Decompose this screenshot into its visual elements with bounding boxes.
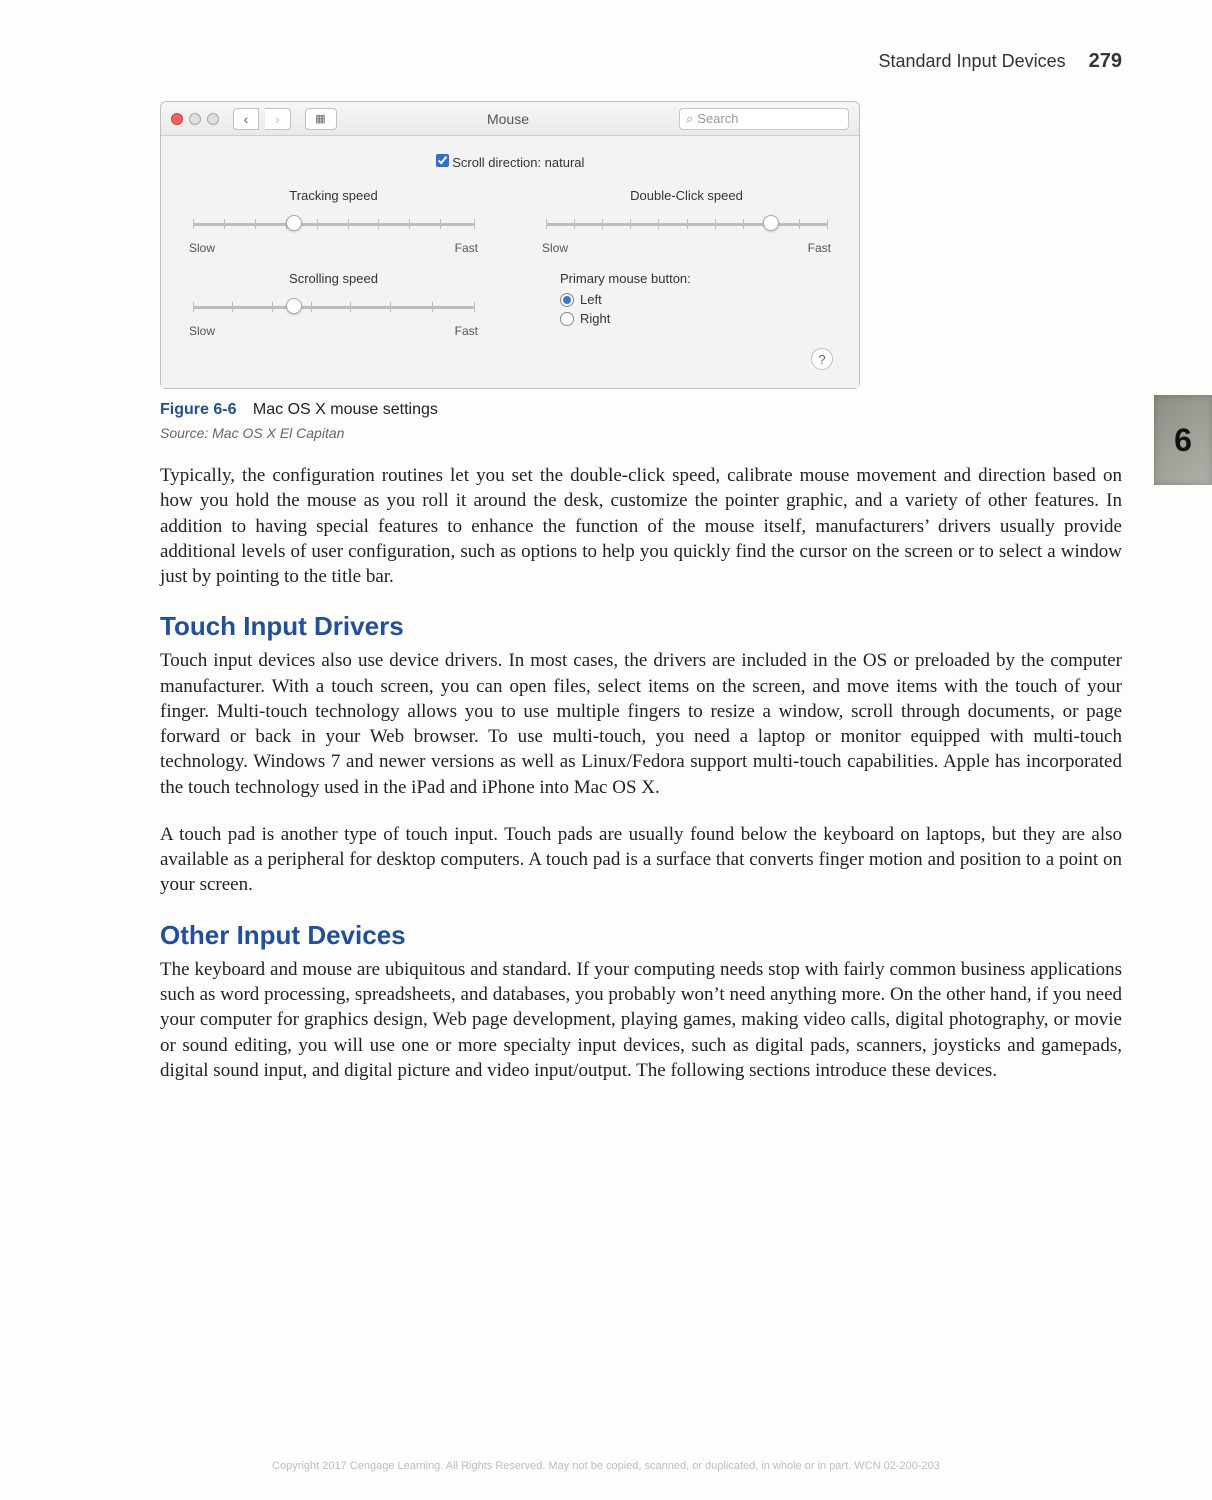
double-click-slider[interactable] (546, 209, 827, 239)
figure-label: Figure 6-6 (160, 401, 236, 418)
slider-thumb[interactable] (763, 215, 779, 231)
radio-label: Right (580, 311, 610, 326)
chevron-right-icon: › (275, 111, 280, 127)
chapter-tab: 6 (1154, 395, 1212, 485)
scrolling-speed-slider[interactable] (193, 292, 474, 322)
section-name: Standard Input Devices (878, 51, 1065, 71)
slider-max-label: Fast (808, 241, 831, 255)
scroll-direction-row: Scroll direction: natural (187, 154, 833, 170)
slider-thumb[interactable] (286, 215, 302, 231)
slider-thumb[interactable] (286, 298, 302, 314)
paragraph-touch-2: A touch pad is another type of touch inp… (160, 822, 1122, 898)
radio-selected-icon[interactable] (560, 293, 574, 307)
window-title: Mouse (343, 111, 673, 127)
minimize-icon[interactable] (189, 113, 201, 125)
tracking-speed-slider[interactable] (193, 209, 474, 239)
slider-max-label: Fast (455, 324, 478, 338)
tracking-speed-group: Tracking speed Slow Fast Scrolling speed (187, 188, 480, 338)
figure-text: Mac OS X mouse settings (253, 401, 438, 418)
scroll-direction-label: Scroll direction: natural (452, 155, 584, 170)
mac-mouse-window: ‹ › ▦ Mouse ⌕ Search Scroll direction: n… (160, 101, 860, 389)
slider-min-label: Slow (189, 324, 215, 338)
slider-max-label: Fast (455, 241, 478, 255)
zoom-icon[interactable] (207, 113, 219, 125)
primary-button-right[interactable]: Right (560, 311, 833, 326)
primary-button-left[interactable]: Left (560, 292, 833, 307)
radio-label: Left (580, 292, 602, 307)
mac-body: Scroll direction: natural Tracking speed… (161, 136, 859, 388)
running-header: Standard Input Devices 279 (160, 50, 1122, 73)
paragraph-touch-1: Touch input devices also use device driv… (160, 648, 1122, 800)
primary-button-title: Primary mouse button: (540, 271, 833, 286)
heading-other: Other Input Devices (160, 920, 1122, 951)
scrolling-speed-title: Scrolling speed (187, 271, 480, 286)
tracking-speed-title: Tracking speed (187, 188, 480, 203)
figure-caption: Figure 6-6 Mac OS X mouse settings (160, 401, 1122, 419)
mac-titlebar: ‹ › ▦ Mouse ⌕ Search (161, 102, 859, 136)
close-icon[interactable] (171, 113, 183, 125)
slider-min-label: Slow (189, 241, 215, 255)
grid-icon: ▦ (315, 112, 326, 125)
heading-touch: Touch Input Drivers (160, 611, 1122, 642)
page-number: 279 (1089, 50, 1122, 72)
paragraph-other: The keyboard and mouse are ubiquitous an… (160, 957, 1122, 1083)
radio-unselected-icon[interactable] (560, 312, 574, 326)
copyright-line: Copyright 2017 Cengage Learning. All Rig… (0, 1460, 1212, 1472)
help-button[interactable]: ? (811, 348, 833, 370)
search-input[interactable]: ⌕ Search (679, 108, 849, 130)
scroll-direction-checkbox[interactable] (436, 154, 449, 167)
show-all-button[interactable]: ▦ (305, 108, 337, 130)
slider-min-label: Slow (542, 241, 568, 255)
double-click-group: Double-Click speed Slow Fast Primary mou… (540, 188, 833, 338)
back-button[interactable]: ‹ (233, 108, 259, 130)
double-click-title: Double-Click speed (540, 188, 833, 203)
search-placeholder: Search (697, 111, 738, 126)
traffic-lights[interactable] (171, 113, 219, 125)
chevron-left-icon: ‹ (244, 111, 249, 127)
forward-button[interactable]: › (265, 108, 291, 130)
search-icon: ⌕ (686, 111, 693, 127)
figure-source: Source: Mac OS X El Capitan (160, 425, 1122, 441)
chapter-number: 6 (1174, 422, 1192, 459)
help-icon: ? (818, 352, 825, 367)
paragraph-config: Typically, the configuration routines le… (160, 463, 1122, 589)
